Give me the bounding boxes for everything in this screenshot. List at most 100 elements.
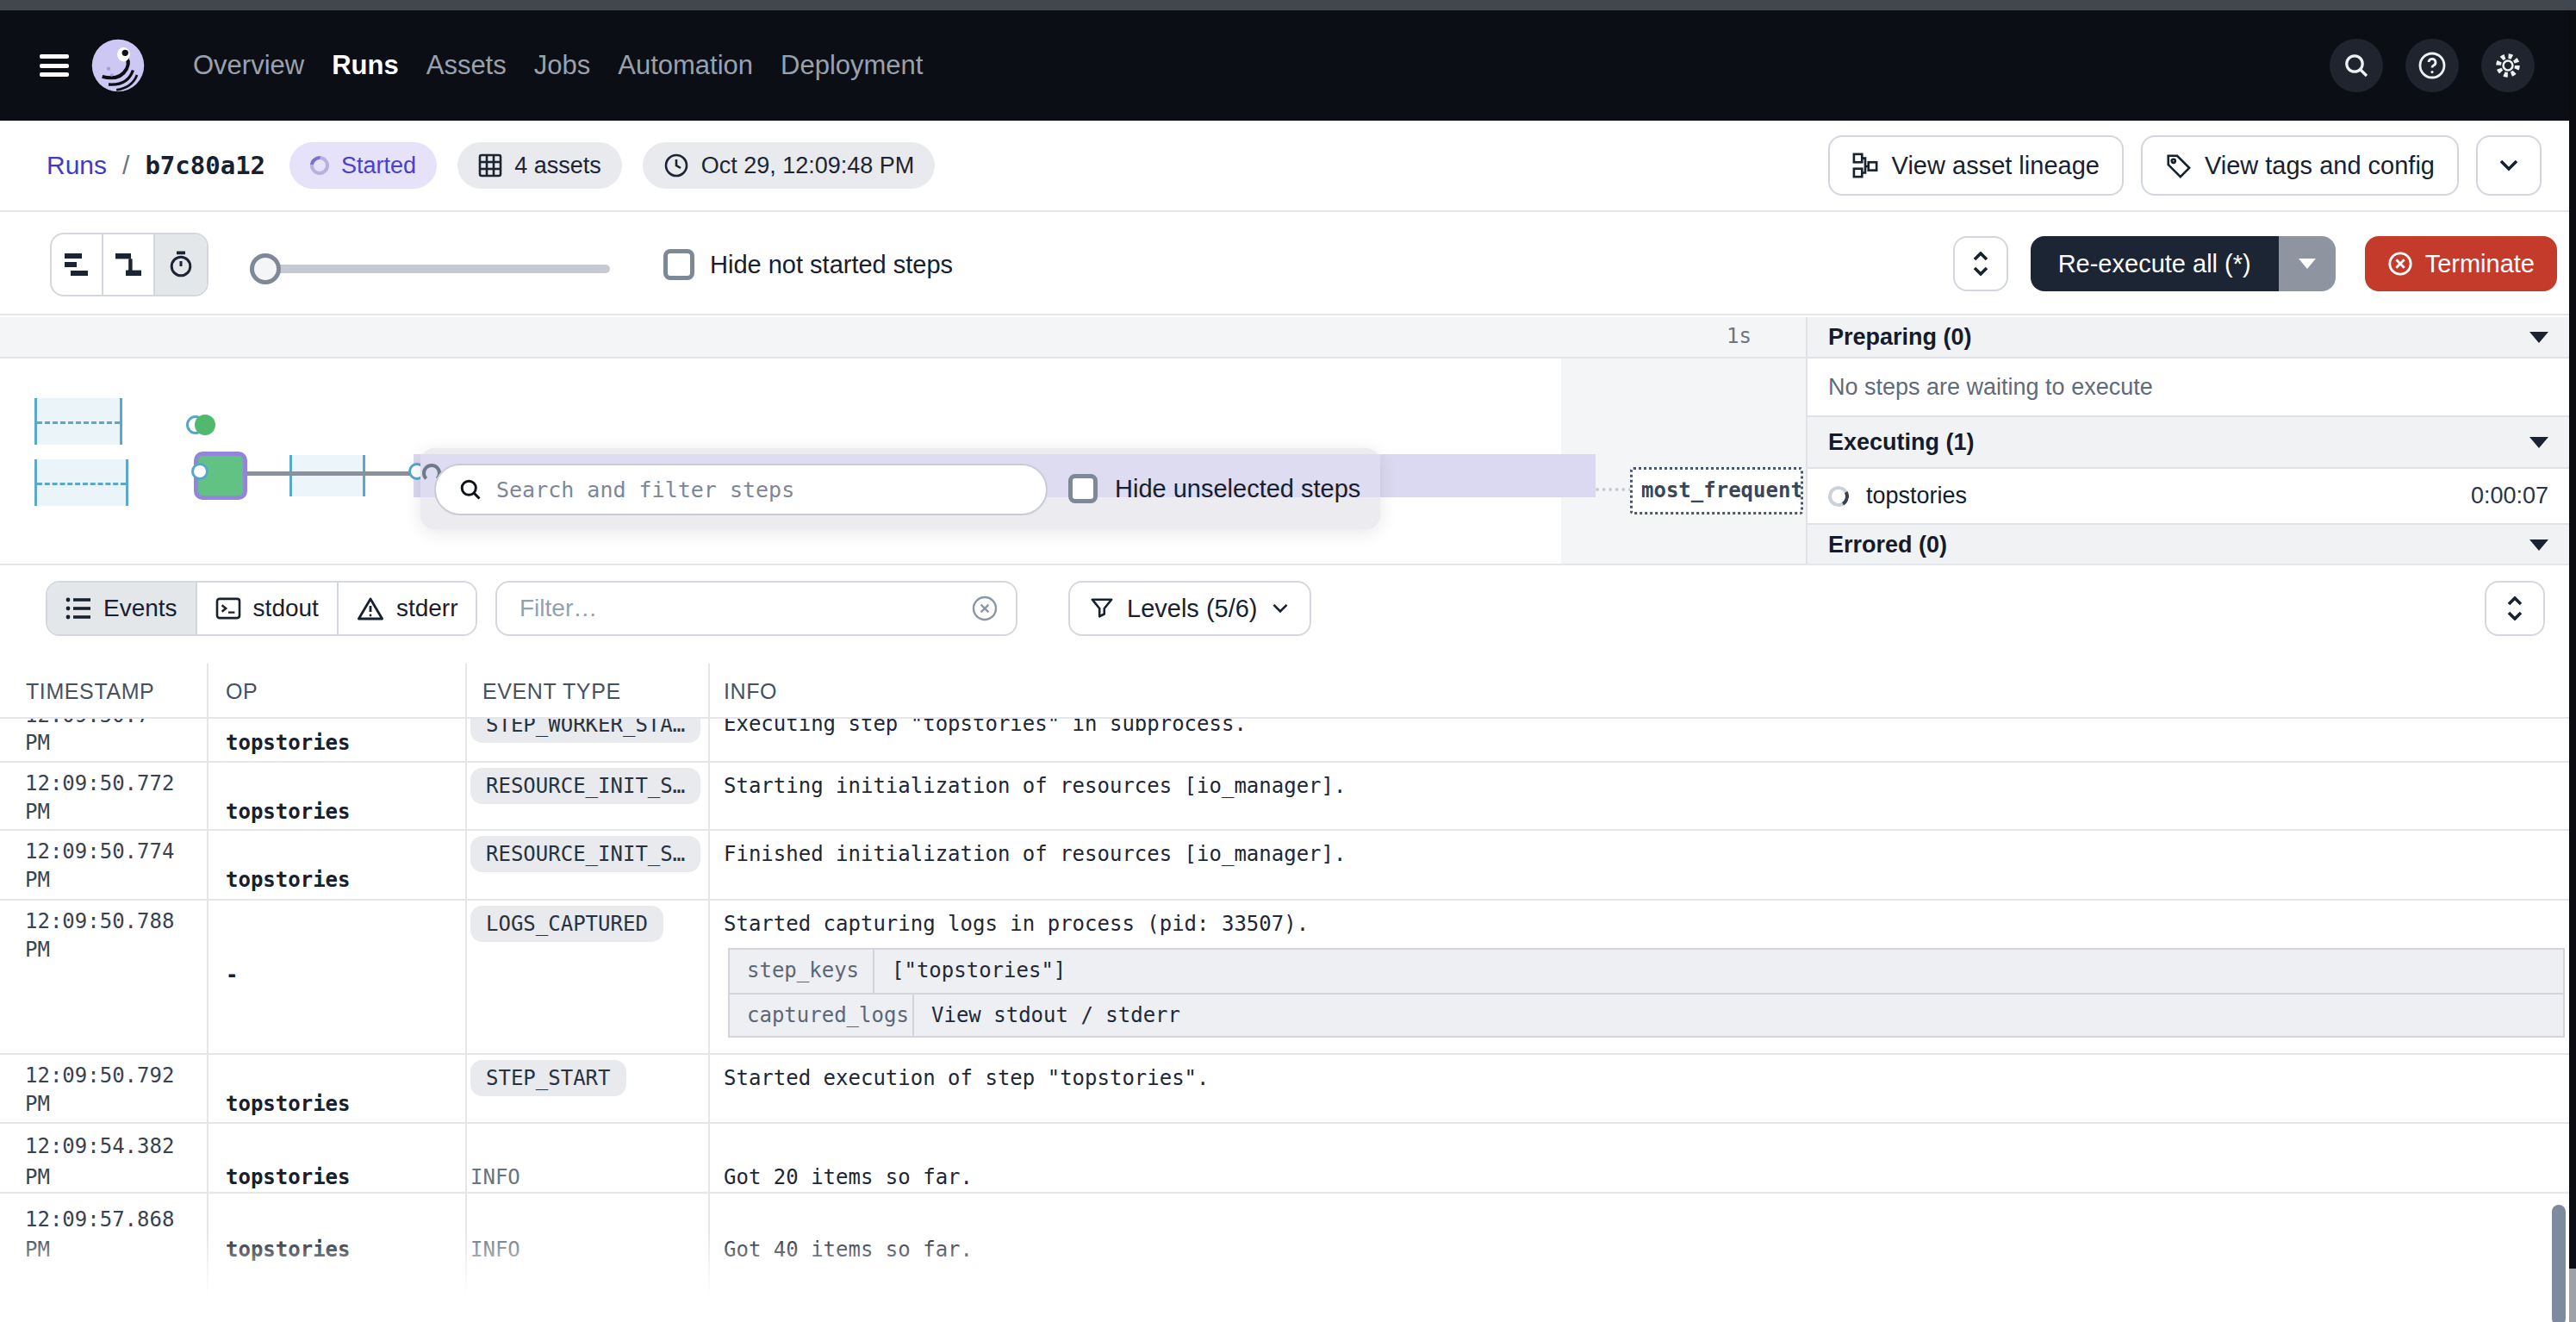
executing-step-row[interactable]: topstories 0:00:07 [1808, 469, 2569, 525]
nav-item-jobs[interactable]: Jobs [534, 10, 590, 121]
dagster-logo[interactable] [90, 37, 146, 94]
log-info: Starting initialization of resources [io… [724, 774, 1346, 798]
log-row[interactable]: 12:09:50.792 PM topstories STEP_START St… [0, 1053, 2576, 1122]
collapse-caret-icon [2529, 332, 2548, 343]
errored-title: Errored (0) [1828, 532, 1947, 558]
log-table-header: TIMESTAMP OP EVENT TYPE INFO [0, 664, 2576, 717]
breadcrumb-runs-link[interactable]: Runs [47, 151, 107, 180]
lineage-icon [1852, 153, 1878, 178]
gantt-step-box-dashed-1[interactable] [34, 398, 122, 445]
menu-icon[interactable] [40, 54, 69, 77]
re-execute-dropdown[interactable] [2279, 236, 2336, 291]
zoom-slider-track[interactable] [250, 265, 610, 273]
log-filter-box [495, 581, 1017, 636]
log-filter-input[interactable] [520, 595, 971, 622]
search-icon[interactable] [2330, 39, 2383, 92]
run-header: Runs / b7c80a12 Started 4 assets Oct 29,… [0, 121, 2576, 212]
run-id: b7c80a12 [145, 151, 265, 180]
timed-view-button[interactable] [155, 234, 207, 295]
log-op: topstories [226, 1092, 351, 1116]
gantt-step-box-dashed-2[interactable] [34, 459, 128, 506]
gantt-dotted-connector [1596, 488, 1632, 491]
preparing-section-header[interactable]: Preparing (0) [1808, 317, 2569, 359]
clear-filter-icon[interactable] [971, 595, 999, 622]
terminate-icon [2387, 251, 2413, 277]
log-event-type-chip: LOGS_CAPTURED [470, 906, 663, 942]
nav-item-overview[interactable]: Overview [193, 10, 304, 121]
window-scrollbar-track[interactable] [2569, 10, 2576, 1269]
zoom-slider-handle[interactable] [250, 253, 281, 284]
tab-stderr[interactable]: stderr [339, 583, 476, 634]
step-search-box [434, 464, 1048, 515]
step-name: topstories [1866, 483, 1967, 509]
nav-item-runs[interactable]: Runs [332, 10, 399, 121]
logs-expand-button[interactable] [2485, 581, 2545, 636]
log-event-type-chip: STEP_START [470, 1060, 626, 1096]
log-timestamp: 12:09:50.792 [25, 1063, 174, 1088]
tab-events[interactable]: Events [47, 583, 197, 634]
log-timestamp: 12:09:50.7 [25, 717, 150, 727]
log-row[interactable]: 12:09:50.774 PM topstories RESOURCE_INIT… [0, 829, 2576, 899]
hide-not-started-checkbox[interactable] [663, 249, 694, 280]
log-row[interactable]: 12:09:54.382 PM topstories INFO Got 20 i… [0, 1122, 2576, 1192]
log-row[interactable]: 12:09:50.788 PM - LOGS_CAPTURED Started … [0, 899, 2576, 1053]
log-op: topstories [226, 800, 351, 824]
step-search-input[interactable] [496, 477, 1046, 502]
log-level: INFO [470, 1238, 520, 1262]
col-info: INFO [724, 679, 777, 704]
log-row[interactable]: 12:09:57.868 PM topstories INFO Got 40 i… [0, 1192, 2576, 1322]
view-tags-config-button[interactable]: View tags and config [2141, 135, 2459, 196]
hide-unselected-checkbox[interactable] [1068, 474, 1098, 503]
log-timestamp: 12:09:50.774 [25, 839, 174, 864]
executing-section-header[interactable]: Executing (1) [1808, 417, 2569, 469]
log-info: Executing step "topstories" in subproces… [724, 717, 1247, 736]
log-timestamp-pm: PM [25, 731, 50, 755]
assets-badge[interactable]: 4 assets [457, 142, 622, 189]
view-asset-lineage-button[interactable]: View asset lineage [1828, 135, 2124, 196]
connector-ring-left [191, 463, 208, 480]
re-execute-all-button[interactable]: Re-execute all (*) [2031, 236, 2279, 291]
collapse-caret-icon [2529, 437, 2548, 448]
tab-stdout[interactable]: stdout [197, 583, 339, 634]
gantt-marker-dot [195, 415, 215, 435]
gantt-step-box-most-frequent[interactable]: most_frequent [1630, 467, 1803, 514]
nav-items: Overview Runs Assets Jobs Automation Dep… [193, 10, 923, 121]
log-timestamp-pm: PM [25, 1165, 50, 1189]
nav-actions [2330, 39, 2535, 92]
log-row[interactable]: 12:09:50.772 PM topstories RESOURCE_INIT… [0, 761, 2576, 829]
gantt-step-box-waiting[interactable] [289, 455, 365, 496]
hide-not-started-label: Hide not started steps [710, 251, 953, 279]
nav-item-deployment[interactable]: Deployment [781, 10, 923, 121]
gear-icon[interactable] [2481, 39, 2535, 92]
flat-view-button[interactable] [52, 234, 103, 295]
clock-icon [663, 153, 689, 178]
log-metadata-table: step_keys ["topstories"] captured_logs V… [728, 948, 2565, 1038]
breadcrumb-separator: / [122, 151, 129, 180]
waterfall-view-button[interactable] [103, 234, 155, 295]
log-timestamp-pm: PM [25, 938, 50, 962]
help-icon[interactable] [2405, 39, 2459, 92]
errored-section-header[interactable]: Errored (0) [1808, 525, 2569, 564]
nav-item-automation[interactable]: Automation [618, 10, 753, 121]
log-op: topstories [226, 1238, 351, 1262]
tag-icon [2165, 153, 2191, 178]
run-actions-dropdown[interactable] [2476, 135, 2542, 196]
terminate-button[interactable]: Terminate [2365, 236, 2557, 291]
nav-item-assets[interactable]: Assets [426, 10, 507, 121]
gantt-timeline-header: 1s [0, 317, 1806, 359]
log-op: topstories [226, 731, 351, 755]
chevron-down-icon [1272, 602, 1289, 614]
logs-section: Events stdout stderr Levels (5/6) [0, 564, 2576, 1322]
logs-tabs-row: Events stdout stderr Levels (5/6) [0, 565, 2576, 664]
expand-collapse-button[interactable] [1953, 236, 2008, 291]
warning-icon [357, 596, 384, 620]
gantt-view-toggle [50, 233, 208, 296]
col-event-type: EVENT TYPE [482, 679, 621, 704]
log-timestamp: 12:09:54.382 [25, 1134, 174, 1158]
log-row[interactable]: 12:09:50.7 PM topstories STEP_WORKER_STA… [0, 717, 2576, 761]
levels-dropdown[interactable]: Levels (5/6) [1068, 581, 1311, 636]
metadata-value-link[interactable]: View stdout / stderr [914, 995, 1180, 1036]
log-scrollbar-thumb[interactable] [2552, 1205, 2566, 1322]
status-badge[interactable]: Started [289, 142, 437, 189]
log-info: Got 40 items so far. [724, 1238, 973, 1262]
